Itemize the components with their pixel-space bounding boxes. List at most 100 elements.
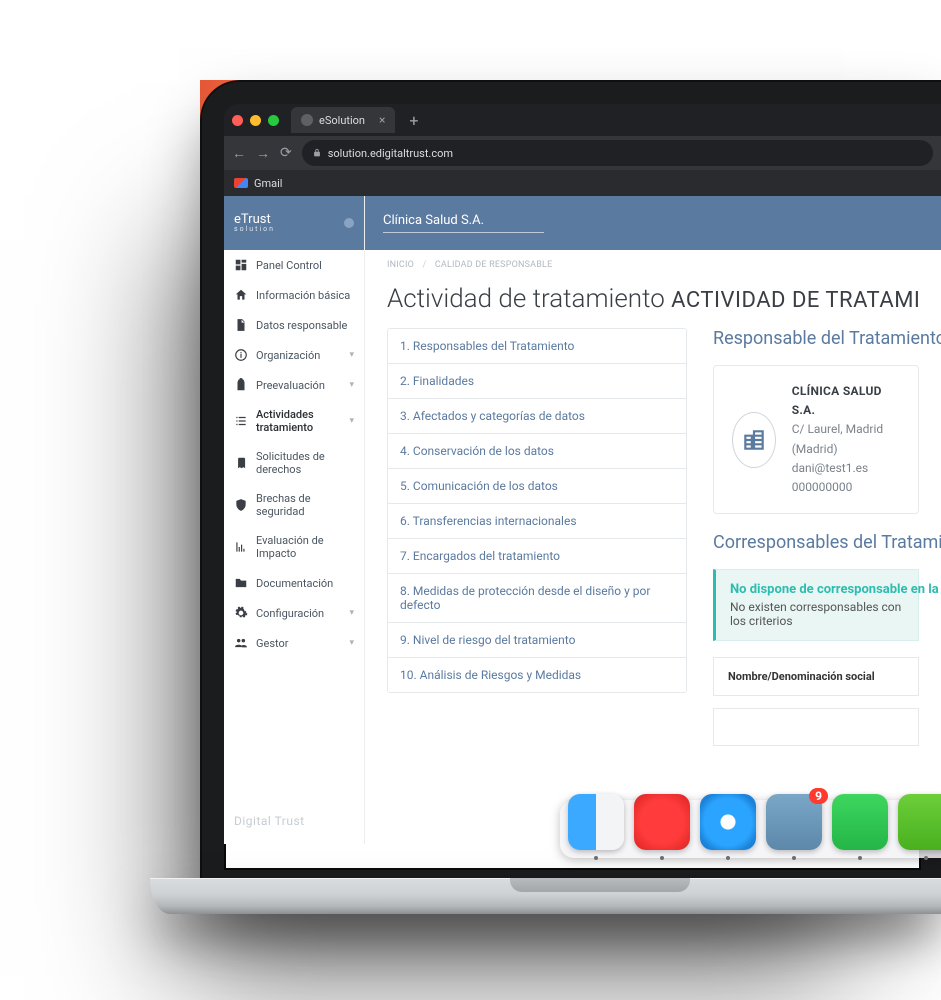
sidebar-item-home[interactable]: Información básica bbox=[224, 280, 364, 310]
page-title-main: Actividad de tratamiento bbox=[387, 284, 665, 314]
accordion-item-6[interactable]: 6. Transferencias internacionales bbox=[388, 503, 686, 538]
nav-forward-button[interactable]: → bbox=[256, 145, 270, 162]
accordion-item-4[interactable]: 4. Conservación de los datos bbox=[388, 433, 686, 468]
sidebar-item-shield[interactable]: Brechas de seguridad bbox=[224, 484, 364, 526]
brand-sub: solution bbox=[234, 226, 275, 233]
sidebar-item-label: Actividades tratamiento bbox=[256, 408, 341, 434]
accordion-item-1[interactable]: 1. Responsables del Tratamiento bbox=[388, 329, 686, 363]
new-tab-button[interactable]: + bbox=[403, 111, 424, 130]
gmail-icon bbox=[234, 178, 248, 188]
window-minimize-button[interactable] bbox=[250, 115, 261, 126]
alert-body: No existen corresponsables con los crite… bbox=[730, 600, 901, 628]
table-empty-row bbox=[713, 708, 919, 746]
chevron-down-icon: ▾ bbox=[349, 380, 354, 390]
lock-icon bbox=[312, 148, 322, 158]
tab-favicon bbox=[301, 114, 313, 126]
corresponsables-heading: Corresponsables del Tratamiento bbox=[713, 532, 919, 553]
sidebar-item-label: Información básica bbox=[256, 289, 350, 302]
book-icon bbox=[234, 456, 248, 470]
sidebar-item-book[interactable]: Solicitudes de derechos bbox=[224, 442, 364, 484]
sidebar-item-label: Brechas de seguridad bbox=[256, 492, 354, 518]
tab-title: eSolution bbox=[319, 114, 365, 127]
sidebar-item-dashboard[interactable]: Panel Control bbox=[224, 250, 364, 280]
breadcrumb: INICIO / CALIDAD DE RESPONSABLE bbox=[365, 250, 941, 280]
sidebar-item-label: Solicitudes de derechos bbox=[256, 450, 354, 476]
laptop-base bbox=[150, 878, 941, 914]
main-content: Clínica Salud S.A. INICIO / CALIDAD DE R… bbox=[365, 196, 941, 844]
people-icon bbox=[234, 636, 248, 650]
sidebar-item-gear[interactable]: Configuración▾ bbox=[224, 598, 364, 628]
page-title-sub: ACTIVIDAD DE TRATAMI bbox=[671, 288, 920, 313]
bookmark-gmail[interactable]: Gmail bbox=[254, 177, 282, 190]
laptop-screen: eSolution × + ← → ⟳ solution.edigitaltru… bbox=[224, 104, 941, 844]
browser-toolbar: ← → ⟳ solution.edigitaltrust.com bbox=[224, 136, 941, 170]
sidebar-item-folder[interactable]: Documentación bbox=[224, 568, 364, 598]
folder-icon bbox=[234, 576, 248, 590]
accordion-item-10[interactable]: 10. Análisis de Riesgos y Medidas bbox=[388, 657, 686, 692]
chevron-down-icon: ▾ bbox=[349, 638, 354, 648]
browser-tab[interactable]: eSolution × bbox=[291, 107, 395, 133]
responsable-email: dani@test1.es bbox=[792, 461, 869, 475]
table-header-name: Nombre/Denominación social bbox=[713, 657, 919, 696]
sidebar: eTrust solution Panel Control Información… bbox=[224, 196, 365, 844]
browser-window: eSolution × + ← → ⟳ solution.edigitaltru… bbox=[224, 104, 941, 844]
bookmarks-bar: Gmail bbox=[224, 170, 941, 196]
sidebar-header: eTrust solution bbox=[224, 196, 364, 250]
sidebar-item-label: Organización bbox=[256, 349, 320, 362]
building-icon bbox=[732, 412, 776, 468]
address-url: solution.edigitaltrust.com bbox=[328, 147, 453, 160]
sidebar-item-list[interactable]: Actividades tratamiento ▾ bbox=[224, 400, 364, 442]
list-icon bbox=[234, 414, 248, 428]
sidebar-footer: Digital Trust bbox=[224, 798, 364, 844]
tab-close-icon[interactable]: × bbox=[379, 113, 385, 127]
sidebar-item-label: Documentación bbox=[256, 577, 333, 590]
top-bar: Clínica Salud S.A. bbox=[365, 196, 941, 250]
browser-tabbar: eSolution × + bbox=[224, 104, 941, 136]
address-bar[interactable]: solution.edigitaltrust.com bbox=[302, 140, 933, 166]
sidebar-item-clipboard[interactable]: Preevaluación▾ bbox=[224, 370, 364, 400]
page-title: Actividad de tratamiento ACTIVIDAD DE TR… bbox=[365, 280, 941, 328]
window-zoom-button[interactable] bbox=[268, 115, 279, 126]
sidebar-item-label: Panel Control bbox=[256, 259, 322, 272]
brand-logo[interactable]: eTrust solution bbox=[234, 213, 275, 233]
accordion-item-7[interactable]: 7. Encargados del tratamiento bbox=[388, 538, 686, 573]
section-accordion: 1. Responsables del Tratamiento2. Finali… bbox=[387, 328, 687, 693]
gear-icon bbox=[234, 606, 248, 620]
responsable-address: C/ Laurel, Madrid (Madrid) bbox=[792, 422, 883, 455]
clipboard-icon bbox=[234, 378, 248, 392]
sidebar-item-label: Datos responsable bbox=[256, 319, 347, 332]
sidebar-item-info[interactable]: Organización ▾ bbox=[224, 340, 364, 370]
chevron-down-icon: ▾ bbox=[349, 416, 354, 426]
file-icon bbox=[234, 318, 248, 332]
sidebar-item-label: Gestor bbox=[256, 637, 289, 650]
responsable-phone: 000000000 bbox=[792, 480, 853, 494]
alert-title: No dispone de corresponsable en la bbox=[730, 582, 904, 597]
chevron-down-icon: ▾ bbox=[349, 350, 354, 360]
info-icon bbox=[234, 348, 248, 362]
accordion-item-5[interactable]: 5. Comunicación de los datos bbox=[388, 468, 686, 503]
responsable-name: CLÍNICA SALUD S.A. bbox=[792, 384, 882, 417]
company-selector[interactable]: Clínica Salud S.A. bbox=[383, 213, 544, 233]
sidebar-item-people[interactable]: Gestor ▾ bbox=[224, 628, 364, 658]
window-controls bbox=[232, 115, 279, 126]
accordion-item-9[interactable]: 9. Nivel de riesgo del tratamiento bbox=[388, 622, 686, 657]
breadcrumb-root[interactable]: INICIO bbox=[387, 260, 414, 270]
window-close-button[interactable] bbox=[232, 115, 243, 126]
dashboard-icon bbox=[234, 258, 248, 272]
sidebar-item-file[interactable]: Datos responsable bbox=[224, 310, 364, 340]
responsable-heading: Responsable del Tratamiento bbox=[713, 328, 919, 349]
sidebar-item-label: Evaluación de Impacto bbox=[256, 534, 354, 560]
sidebar-item-label: Configuración bbox=[256, 607, 324, 620]
chart-icon bbox=[234, 540, 248, 554]
nav-back-button[interactable]: ← bbox=[232, 145, 246, 162]
no-corresponsable-alert: No dispone de corresponsable en la No ex… bbox=[713, 569, 919, 641]
sidebar-item-chart[interactable]: Evaluación de Impacto bbox=[224, 526, 364, 568]
app-page: eTrust solution Panel Control Información… bbox=[224, 196, 941, 844]
accordion-item-3[interactable]: 3. Afectados y categorías de datos bbox=[388, 398, 686, 433]
accordion-item-2[interactable]: 2. Finalidades bbox=[388, 363, 686, 398]
nav-reload-button[interactable]: ⟳ bbox=[280, 145, 292, 161]
sidebar-gear-icon[interactable] bbox=[344, 218, 354, 228]
responsable-card: CLÍNICA SALUD S.A. C/ Laurel, Madrid (Ma… bbox=[713, 365, 919, 514]
accordion-item-8[interactable]: 8. Medidas de protección desde el diseño… bbox=[388, 573, 686, 622]
sidebar-nav: Panel Control Información básica Datos res… bbox=[224, 250, 364, 798]
